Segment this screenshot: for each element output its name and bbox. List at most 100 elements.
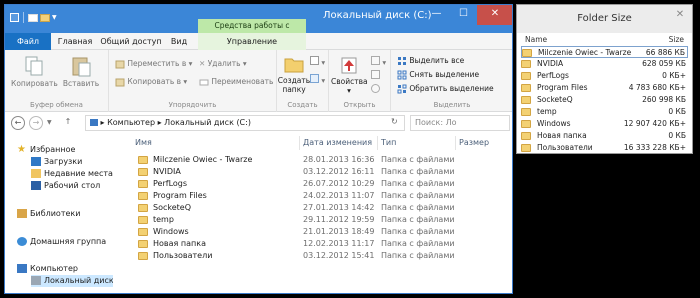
paste-button[interactable]: Вставить: [59, 55, 103, 88]
breadcrumb-drive[interactable]: Локальный диск (C:): [164, 118, 251, 127]
edit-button[interactable]: [371, 70, 380, 81]
tab-home[interactable]: Главная: [55, 33, 95, 50]
create-group-label: Создать: [287, 101, 318, 109]
column-type[interactable]: Тип: [381, 134, 396, 152]
file-name: Milczenie Owiec - Twarze: [153, 155, 253, 164]
fs-row-size: 0 КБ: [668, 131, 686, 140]
quick-access-toolbar: ▼: [10, 12, 57, 23]
nav-computer[interactable]: Компьютер: [17, 263, 78, 275]
fs-row[interactable]: Program Files 4 783 680 КБ+: [521, 82, 688, 94]
clipboard-group-label: Буфер обмена: [30, 101, 83, 109]
file-date: 03.12.2012 15:41: [303, 251, 375, 260]
file-date: 12.02.2013 11:17: [303, 239, 375, 248]
properties-label: Свойства: [331, 77, 368, 86]
new-folder-qat-icon[interactable]: [40, 13, 50, 22]
column-separator-2[interactable]: [377, 136, 378, 150]
file-row[interactable]: Новая папка 12.02.2013 11:17 Папка с файла…: [113, 238, 512, 250]
properties-icon: [341, 57, 357, 74]
folder-size-close-button[interactable]: ✕: [668, 5, 692, 25]
column-date[interactable]: Дата изменения: [303, 134, 372, 152]
file-row[interactable]: Пользователи 03.12.2012 15:41 Папка с файл…: [113, 250, 512, 262]
qat-separator: [23, 12, 24, 23]
properties-button[interactable]: Свойства ▾: [331, 55, 368, 95]
folder-icon: [138, 204, 148, 212]
copy-button[interactable]: Копировать: [11, 55, 58, 88]
file-date: 21.01.2013 18:49: [303, 227, 375, 236]
desktop-icon: [31, 181, 41, 190]
drive-icon: [31, 276, 41, 285]
system-menu-icon[interactable]: [10, 13, 19, 22]
tab-view[interactable]: Вид: [165, 33, 193, 50]
folder-icon: [522, 49, 532, 57]
fs-column-name[interactable]: Name: [525, 35, 547, 44]
group-open: Свойства ▾ ▾ Открыть: [329, 50, 391, 112]
easy-access-button[interactable]: ▾: [310, 74, 325, 85]
back-button[interactable]: ←: [11, 116, 25, 130]
file-row[interactable]: temp 29.11.2012 19:59 Папка с файлами: [113, 214, 512, 226]
fs-row[interactable]: temp 0 КБ: [521, 106, 688, 118]
properties-qat-icon[interactable]: [28, 13, 38, 22]
fs-row[interactable]: Milczenie Owiec - Twarze 66 886 КБ: [521, 46, 688, 58]
invert-selection-button[interactable]: Обратить выделение: [397, 84, 494, 94]
customize-qat-icon[interactable]: ▼: [52, 14, 57, 21]
group-create: Создать папку ▾ ▾ Создать: [277, 50, 329, 112]
close-button[interactable]: ✕: [477, 5, 512, 25]
maximize-button[interactable]: ☐: [450, 5, 477, 25]
file-row[interactable]: SocketeQ 27.01.2013 14:42 Папка с файлами: [113, 202, 512, 214]
refresh-icon[interactable]: ↻: [391, 117, 398, 126]
minimize-button[interactable]: —: [423, 5, 450, 25]
select-all-button[interactable]: Выделить все: [397, 56, 464, 66]
fs-column-size[interactable]: Size: [669, 35, 684, 44]
column-name[interactable]: Имя: [135, 134, 152, 152]
select-none-label: Снять выделение: [409, 70, 480, 79]
file-row[interactable]: Milczenie Owiec - Twarze 28.01.2013 16:36…: [113, 154, 512, 166]
select-none-icon: [397, 70, 407, 80]
address-box[interactable]: ▸ Компьютер ▸ Локальный диск (C:): [85, 115, 405, 131]
nav-local-disk[interactable]: Локальный диск (C:): [31, 275, 131, 287]
nav-libraries[interactable]: Библиотеки: [17, 208, 80, 220]
fs-row[interactable]: NVIDIA 628 059 КБ: [521, 58, 688, 70]
move-to-button[interactable]: Переместить в ▾: [115, 59, 192, 69]
fs-row[interactable]: Пользователи 16 333 228 КБ+: [521, 142, 688, 154]
recent-locations-icon[interactable]: ▼: [47, 119, 52, 126]
tab-file[interactable]: Файл: [5, 33, 51, 50]
tab-share[interactable]: Общий доступ: [100, 33, 162, 50]
fs-row[interactable]: PerfLogs 0 КБ+: [521, 70, 688, 82]
column-separator-1[interactable]: [299, 136, 300, 150]
fs-row[interactable]: Windows 12 907 420 КБ+: [521, 118, 688, 130]
tab-manage[interactable]: Управление: [198, 33, 306, 50]
new-folder-button[interactable]: Создать папку: [277, 54, 311, 94]
rename-button[interactable]: Переименовать: [199, 77, 273, 87]
forward-button[interactable]: →: [29, 116, 43, 130]
select-none-button[interactable]: Снять выделение: [397, 70, 479, 80]
file-name: Windows: [153, 227, 189, 236]
nav-favorites[interactable]: ★ Избранное: [17, 144, 75, 156]
rename-label: Переименовать: [211, 77, 274, 86]
file-row[interactable]: Windows 21.01.2013 18:49 Папка с файлами: [113, 226, 512, 238]
fs-row-size: 12 907 420 КБ+: [623, 119, 686, 128]
column-size[interactable]: Размер: [459, 134, 489, 152]
up-button[interactable]: ↑: [61, 116, 75, 130]
copy-to-button[interactable]: Копировать в ▾: [115, 77, 187, 87]
fs-row[interactable]: Новая папка 0 КБ: [521, 130, 688, 142]
file-date: 29.11.2012 19:59: [303, 215, 375, 224]
open-button[interactable]: ▾: [371, 56, 386, 67]
breadcrumb-computer[interactable]: Компьютер: [107, 118, 155, 127]
nav-desktop[interactable]: Рабочий стол: [31, 180, 100, 192]
delete-button[interactable]: ✕ Удалить ▾: [199, 59, 247, 68]
file-row[interactable]: NVIDIA 03.12.2012 16:11 Папка с файлами: [113, 166, 512, 178]
nav-downloads[interactable]: Загрузки: [31, 156, 82, 168]
column-separator-3[interactable]: [455, 136, 456, 150]
search-input[interactable]: Поиск: Ло: [410, 115, 510, 131]
nav-homegroup[interactable]: Домашняя группа: [17, 236, 106, 248]
file-type: Папка с файлами: [381, 179, 455, 188]
history-button[interactable]: [371, 84, 380, 95]
folder-icon: [138, 240, 148, 248]
fs-row[interactable]: SocketeQ 260 998 КБ: [521, 94, 688, 106]
file-row[interactable]: Program Files 24.02.2013 11:07 Папка с фай…: [113, 190, 512, 202]
new-item-button[interactable]: ▾: [310, 56, 325, 67]
nav-recent-places[interactable]: Недавние места: [31, 168, 113, 180]
fs-row-name: SocketeQ: [537, 95, 573, 104]
edit-icon: [371, 70, 380, 79]
file-row[interactable]: PerfLogs 26.07.2012 10:29 Папка с файлами: [113, 178, 512, 190]
